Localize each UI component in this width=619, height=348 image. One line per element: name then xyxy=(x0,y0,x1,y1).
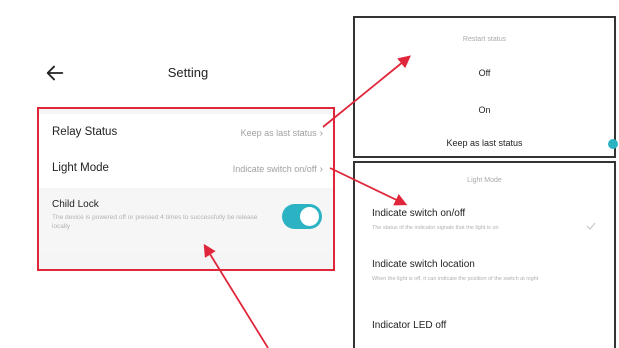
light-mode-option-led-off[interactable]: Indicator LED off xyxy=(372,320,602,331)
selected-radio-icon xyxy=(608,139,618,149)
light-mode-panel: Light Mode Indicate switch on/off The st… xyxy=(353,161,616,348)
restart-status-title: Restart status xyxy=(462,36,507,43)
child-lock-label: Child Lock xyxy=(52,199,99,210)
light-mode-value-text: Indicate switch on/off xyxy=(232,164,317,174)
light-mode-row[interactable]: Light Mode Indicate switch on/off › xyxy=(39,150,333,188)
child-lock-row: Child Lock The device is powered off or … xyxy=(39,191,333,253)
light-mode-label: Light Mode xyxy=(52,162,109,174)
light-mode-value: Indicate switch on/off › xyxy=(233,164,323,175)
restart-status-panel: Restart status Off On Keep as last statu… xyxy=(353,16,618,158)
child-lock-description: The device is powered off or pressed 4 t… xyxy=(52,214,258,230)
relay-status-value-text: Keep as last status xyxy=(240,128,317,138)
relay-status-value: Keep as last status › xyxy=(241,128,323,139)
restart-option-on[interactable]: On xyxy=(355,105,614,115)
chevron-right-icon: › xyxy=(319,128,323,139)
page-title: Setting xyxy=(167,65,209,80)
option-description: When the light is off, it can indicate t… xyxy=(372,276,539,282)
light-mode-panel-title: Light Mode xyxy=(467,177,502,184)
option-description: The status of the indicator signals that… xyxy=(372,225,499,231)
child-lock-toggle[interactable] xyxy=(282,204,322,229)
settings-page: Setting Relay Status Keep as last status… xyxy=(0,0,352,348)
light-mode-option-location[interactable]: Indicate switch location When the light … xyxy=(372,259,602,283)
check-icon xyxy=(586,222,596,230)
toggle-knob xyxy=(300,207,319,226)
light-mode-option-on-off[interactable]: Indicate switch on/off The status of the… xyxy=(372,208,602,232)
option-name: Indicate switch on/off xyxy=(372,208,466,219)
restart-option-off[interactable]: Off xyxy=(355,68,614,78)
relay-status-label: Relay Status xyxy=(52,126,118,138)
relay-status-row[interactable]: Relay Status Keep as last status › xyxy=(39,114,333,150)
option-name: Indicate switch location xyxy=(372,259,475,270)
chevron-right-icon: › xyxy=(319,164,323,175)
page-header: Setting xyxy=(40,56,336,92)
restart-option-keep-last[interactable]: Keep as last status xyxy=(355,138,614,148)
settings-highlight-box: Relay Status Keep as last status › Light … xyxy=(37,107,335,271)
option-name: Indicator LED off xyxy=(372,320,447,331)
